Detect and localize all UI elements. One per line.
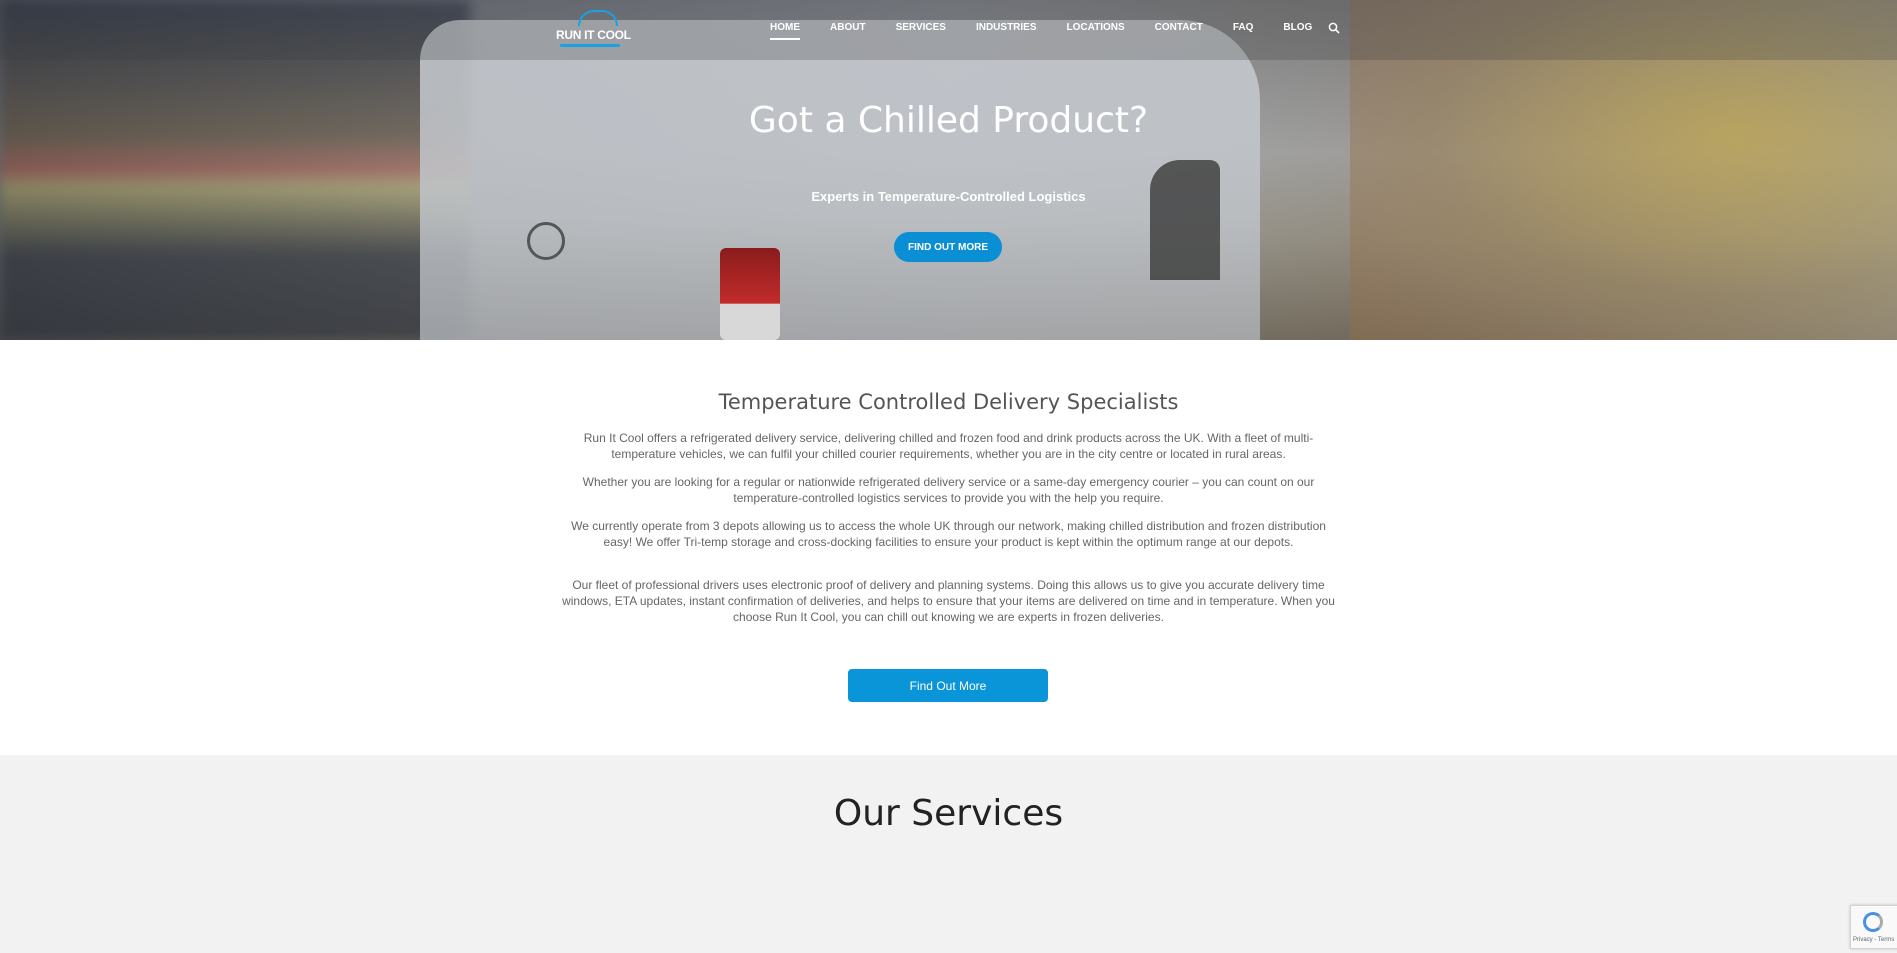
search-icon[interactable] bbox=[1328, 22, 1340, 34]
nav-blog[interactable]: BLOG bbox=[1283, 22, 1312, 33]
van-window bbox=[1150, 160, 1220, 280]
intro-section: Temperature Controlled Delivery Speciali… bbox=[0, 340, 1897, 755]
find-out-more-button[interactable]: Find Out More bbox=[848, 669, 1048, 702]
recaptcha-links[interactable]: Privacy - Terms bbox=[1853, 937, 1894, 943]
hero-banner: RUN IT COOL HOME ABOUT SERVICES INDUSTRI… bbox=[0, 0, 1897, 340]
hero-subtitle: Experts in Temperature-Controlled Logist… bbox=[811, 189, 1086, 204]
intro-paragraph: Whether you are looking for a regular or… bbox=[582, 475, 1315, 505]
logo-swoosh bbox=[560, 44, 620, 47]
nav-about[interactable]: ABOUT bbox=[830, 22, 866, 33]
intro-paragraph: Our fleet of professional drivers uses e… bbox=[562, 578, 1335, 624]
nav-services[interactable]: SERVICES bbox=[896, 22, 946, 33]
intro-heading: Temperature Controlled Delivery Speciali… bbox=[718, 390, 1179, 414]
site-logo[interactable]: RUN IT COOL bbox=[556, 10, 636, 50]
hero-title: Got a Chilled Product? bbox=[748, 100, 1149, 141]
nav-home[interactable]: HOME bbox=[770, 22, 800, 40]
van-badge-icon bbox=[527, 222, 565, 260]
hero-find-out-more-button[interactable]: FIND OUT MORE bbox=[894, 232, 1002, 262]
intro-paragraph: We currently operate from 3 depots allow… bbox=[571, 519, 1326, 549]
main-nav: HOME ABOUT SERVICES INDUSTRIES LOCATIONS… bbox=[770, 22, 1342, 40]
services-section: Our Services bbox=[0, 755, 1897, 953]
nav-contact[interactable]: CONTACT bbox=[1155, 22, 1203, 33]
top-navigation-bar: RUN IT COOL HOME ABOUT SERVICES INDUSTRI… bbox=[0, 0, 1897, 60]
nav-locations[interactable]: LOCATIONS bbox=[1067, 22, 1125, 33]
services-heading: Our Services bbox=[833, 793, 1064, 834]
nav-industries[interactable]: INDUSTRIES bbox=[976, 22, 1037, 33]
intro-paragraph: Run It Cool offers a refrigerated delive… bbox=[583, 431, 1314, 461]
nav-faq[interactable]: FAQ bbox=[1233, 22, 1254, 33]
recaptcha-badge[interactable]: Privacy - Terms bbox=[1850, 905, 1897, 949]
van-tail-light bbox=[720, 248, 780, 340]
cloud-icon bbox=[578, 10, 618, 26]
recaptcha-icon bbox=[1863, 912, 1883, 932]
hero-van-image bbox=[420, 20, 1260, 340]
logo-text: RUN IT COOL bbox=[556, 28, 631, 42]
